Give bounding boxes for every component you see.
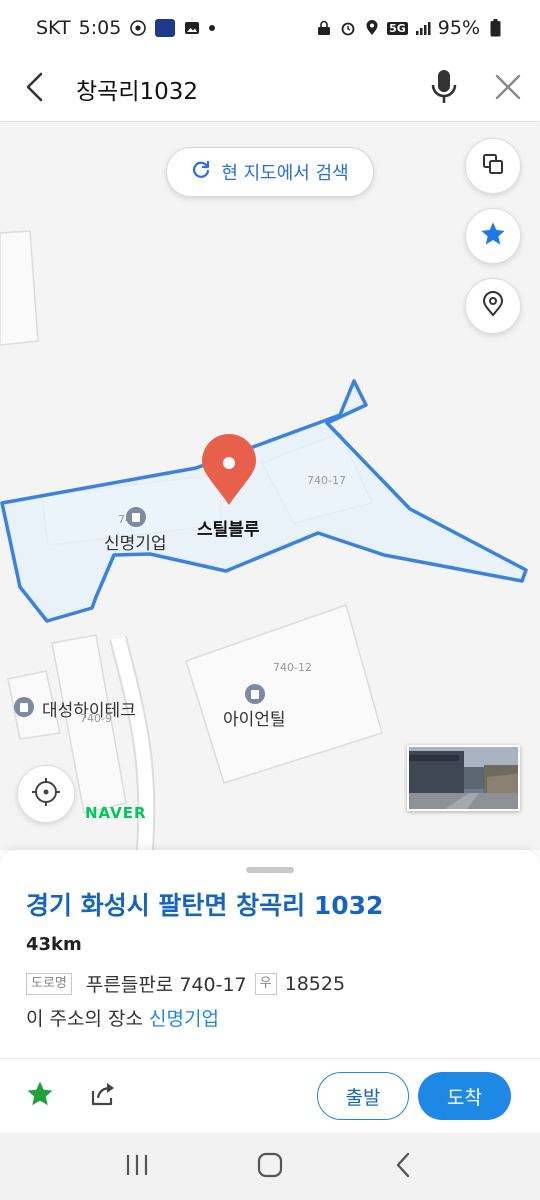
street-view-image <box>409 747 518 809</box>
layers-button[interactable] <box>465 138 521 194</box>
save-favorite-button[interactable] <box>22 1078 58 1114</box>
company-poi-icon <box>126 507 146 527</box>
gallery-icon <box>183 19 201 37</box>
signal-icon <box>414 19 432 37</box>
system-nav-bar <box>0 1133 540 1200</box>
map-graphics <box>0 230 528 850</box>
place-detail-sheet: 경기 화성시 팔탄면 창곡리 1032 43km 도로명 푸른들판로 740-1… <box>0 850 540 1133</box>
company-main-label[interactable]: 신명기업 <box>104 529 167 554</box>
recent-apps-button[interactable] <box>107 1142 167 1192</box>
road-address-row: 도로명 푸른들판로 740-17 우 18525 <box>26 970 345 997</box>
search-this-area-button[interactable]: 현 지도에서 검색 <box>166 147 374 197</box>
sheet-drag-handle[interactable] <box>246 867 294 873</box>
road-name-tag: 도로명 <box>26 972 72 995</box>
lock-icon <box>315 19 333 37</box>
street-view-thumbnail[interactable] <box>407 745 520 811</box>
battery-icon <box>486 19 504 37</box>
back-arrow-icon <box>25 72 45 106</box>
app-notification-icon <box>155 19 176 37</box>
daesung-poi-icon <box>14 697 34 717</box>
status-left: SKT 5:05 <box>36 17 216 39</box>
home-icon <box>257 1152 283 1182</box>
place-at-address-row: 이 주소의 장소 신명기업 <box>26 1004 219 1031</box>
carrier-label: SKT <box>36 17 71 39</box>
zip-tag: 우 <box>254 972 277 995</box>
back-button[interactable] <box>0 56 70 122</box>
search-this-area-label: 현 지도에서 검색 <box>221 163 349 184</box>
search-header: 창곡리1032 <box>0 56 540 122</box>
star-icon <box>25 1079 55 1113</box>
system-back-button[interactable] <box>373 1142 433 1192</box>
voice-search-button[interactable] <box>412 56 476 122</box>
my-location-button[interactable] <box>17 765 75 823</box>
star-icon <box>479 220 507 252</box>
clock-label: 5:05 <box>78 17 122 39</box>
crosshair-icon <box>31 777 61 811</box>
clear-search-button[interactable] <box>476 56 540 122</box>
network-type-label: 5G <box>387 21 408 35</box>
arrive-button[interactable]: 도착 <box>418 1072 511 1120</box>
location-status-icon <box>363 19 381 37</box>
lot-label-mid: 740-12 <box>273 661 312 674</box>
home-button[interactable] <box>240 1142 300 1192</box>
alarm-icon <box>339 19 357 37</box>
chrome-icon <box>129 19 147 37</box>
company-right-label[interactable]: 아이언틸 <box>223 705 286 730</box>
more-notifications-dot <box>209 25 216 31</box>
pin-place-label[interactable]: 스틸블루 <box>197 515 260 540</box>
map-view[interactable]: 740-17 740 신명기업 스틸블루 740-12 아이언틸 대성하이테크 … <box>0 123 540 850</box>
lot-label-left: 740-9 <box>80 712 112 725</box>
location-pin-icon <box>482 291 504 321</box>
naver-logo: NAVER <box>85 804 147 822</box>
saved-places-button[interactable] <box>465 278 521 334</box>
recent-apps-icon <box>124 1153 150 1181</box>
depart-button[interactable]: 출발 <box>317 1072 409 1120</box>
action-row: 출발 도착 <box>0 1059 540 1133</box>
share-icon <box>90 1081 118 1111</box>
search-input[interactable]: 창곡리1032 <box>70 72 412 106</box>
distance-label: 43km <box>26 934 82 955</box>
place-prefix: 이 주소의 장소 <box>26 1008 143 1030</box>
chevron-left-icon <box>394 1152 412 1182</box>
refresh-icon <box>191 160 211 185</box>
battery-percent: 95% <box>437 17 480 39</box>
status-bar: SKT 5:05 5G 95% <box>0 0 540 56</box>
zip-code: 18525 <box>284 972 346 995</box>
favorites-button[interactable] <box>465 208 521 264</box>
close-icon <box>495 74 521 104</box>
place-link[interactable]: 신명기업 <box>149 1008 219 1030</box>
ironteel-poi-icon <box>245 684 265 704</box>
address-title: 경기 화성시 팔탄면 창곡리 1032 <box>26 891 384 920</box>
layers-icon <box>481 152 505 180</box>
share-button[interactable] <box>86 1078 122 1114</box>
microphone-icon <box>431 69 457 109</box>
road-address[interactable]: 푸른들판로 740-17 <box>86 970 247 997</box>
status-right: 5G 95% <box>315 17 504 39</box>
lot-label-top: 740-17 <box>307 474 346 487</box>
